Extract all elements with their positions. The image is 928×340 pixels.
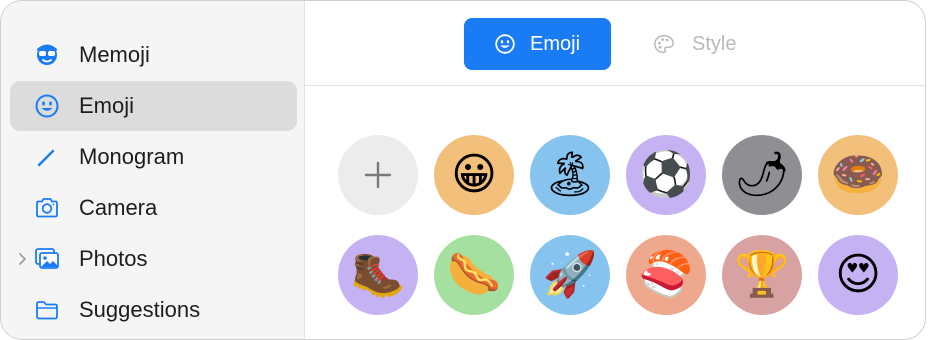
sidebar-item-emoji[interactable]: Emoji bbox=[10, 81, 297, 131]
emoji-doughnut[interactable]: 🍩 bbox=[818, 135, 898, 215]
sidebar-item-label: Emoji bbox=[79, 93, 135, 118]
chevron-right-icon[interactable] bbox=[18, 251, 28, 267]
emoji-hot-dog[interactable]: 🌭 bbox=[434, 235, 514, 315]
sidebar-item-label: Photos bbox=[79, 246, 148, 271]
palette-icon bbox=[654, 35, 674, 53]
folder-icon bbox=[36, 301, 58, 320]
sidebar-item-monogram[interactable]: Monogram bbox=[10, 132, 297, 182]
sidebar: Memoji Emoji Monogram Camera Photos Sugg… bbox=[1, 1, 305, 339]
sidebar-item-label: Memoji bbox=[79, 42, 150, 67]
smiley-icon bbox=[35, 94, 59, 118]
emoji-grinning-face[interactable]: 😀 bbox=[434, 135, 514, 215]
memoji-icon bbox=[37, 44, 57, 65]
tab-label: Style bbox=[692, 33, 737, 55]
tab-style[interactable]: Style bbox=[638, 18, 758, 70]
emoji-hiking-boot[interactable]: 🥾 bbox=[338, 235, 418, 315]
toolbar: Emoji Style bbox=[305, 1, 925, 86]
sidebar-item-memoji[interactable]: Memoji bbox=[10, 30, 297, 80]
tab-label: Emoji bbox=[530, 33, 581, 55]
smiley-icon bbox=[495, 34, 515, 54]
photos-icon bbox=[35, 248, 59, 269]
emoji-hot-pepper[interactable]: 🌶 bbox=[722, 135, 802, 215]
add-emoji-button[interactable] bbox=[338, 135, 418, 215]
pencil-icon bbox=[37, 149, 55, 167]
sidebar-item-suggestions[interactable]: Suggestions bbox=[10, 285, 297, 335]
emoji-rocket[interactable]: 🚀 bbox=[530, 235, 610, 315]
main-pane: Emoji Style 😀 🏝 ⚽ 🌶 🍩 🥾 🌭 🚀 🍣 🏆 😍 bbox=[305, 1, 925, 339]
sidebar-item-label: Monogram bbox=[79, 144, 185, 169]
sidebar-item-label: Suggestions bbox=[79, 297, 201, 322]
window: Memoji Emoji Monogram Camera Photos Sugg… bbox=[0, 0, 926, 340]
emoji-beach-umbrella[interactable]: 🏝 bbox=[530, 135, 610, 215]
sidebar-item-label: Camera bbox=[79, 195, 158, 220]
sidebar-item-photos[interactable]: Photos bbox=[10, 234, 297, 284]
tab-emoji[interactable]: Emoji bbox=[464, 18, 611, 70]
emoji-heart-eyes[interactable]: 😍 bbox=[818, 235, 898, 315]
emoji-trophy[interactable]: 🏆 bbox=[722, 235, 802, 315]
sidebar-item-camera[interactable]: Camera bbox=[10, 183, 297, 233]
emoji-sushi[interactable]: 🍣 bbox=[626, 235, 706, 315]
emoji-soccer-ball[interactable]: ⚽ bbox=[626, 135, 706, 215]
plus-icon bbox=[364, 161, 392, 189]
camera-icon bbox=[36, 198, 58, 218]
